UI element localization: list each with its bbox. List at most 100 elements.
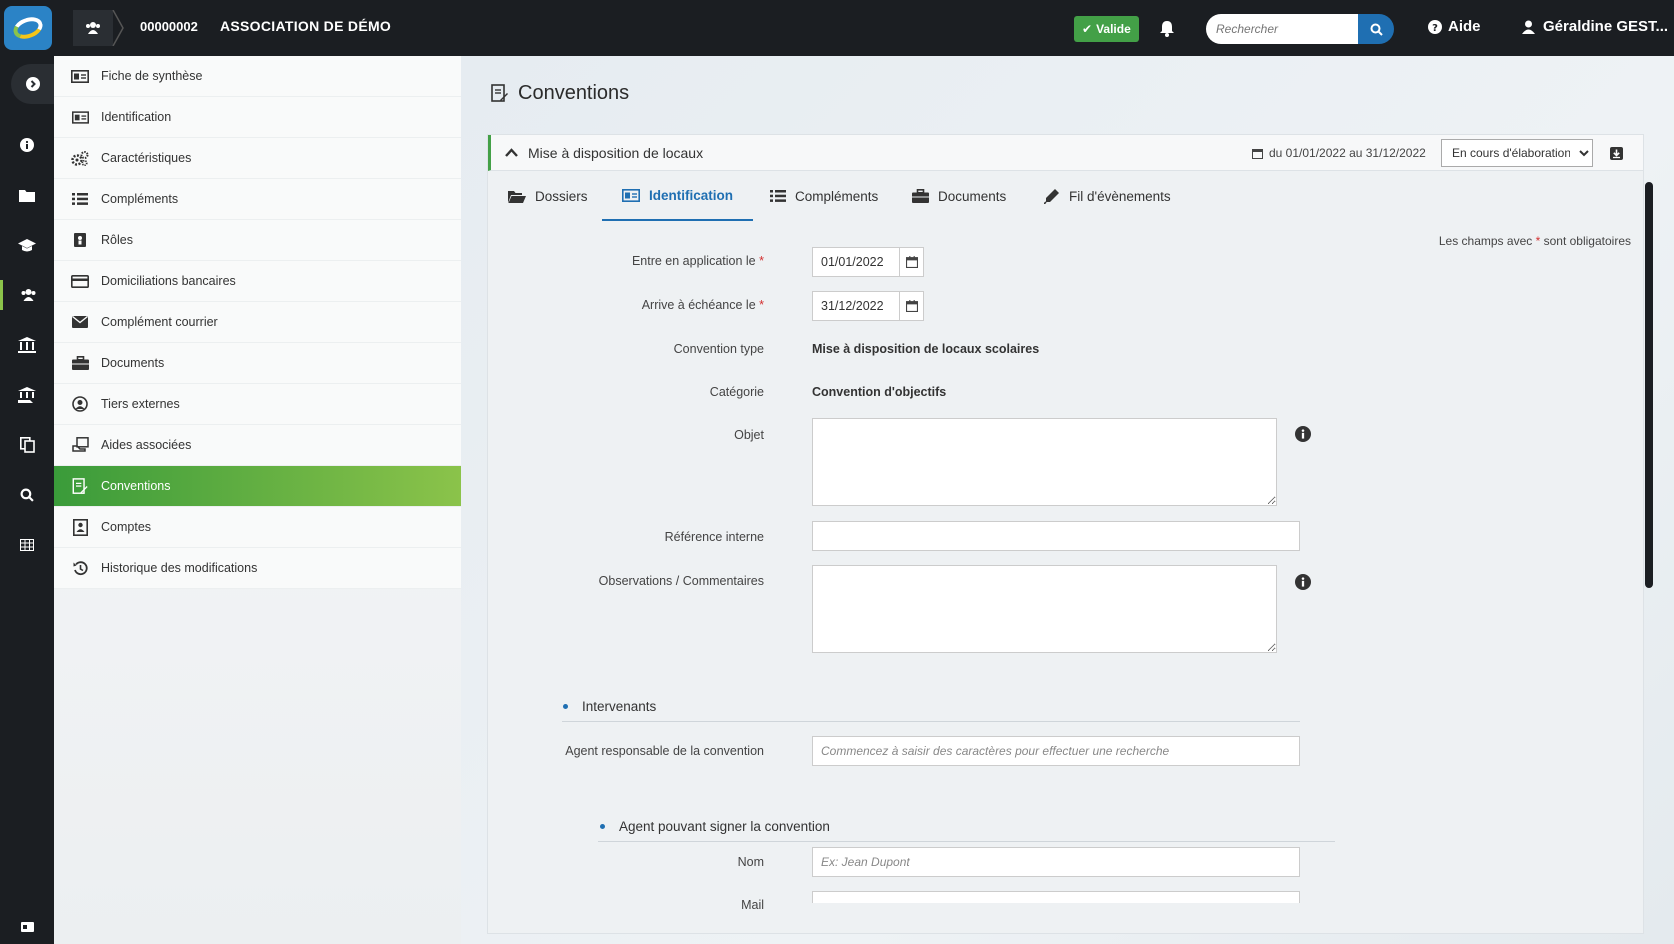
convention-panel: Mise à disposition de locaux du 01/01/20… [487, 134, 1644, 934]
info-icon[interactable] [1295, 574, 1311, 590]
briefcase-icon [71, 354, 89, 372]
tab-complements[interactable]: Compléments [770, 171, 878, 221]
convention-type-value: Mise à disposition de locaux scolaires [812, 342, 1040, 356]
rail-associations[interactable] [0, 280, 54, 310]
end-date-label: Arrive à échéance le * [502, 298, 764, 312]
rail-card[interactable] [0, 912, 54, 942]
sidebar-item-aides-associees[interactable]: Aides associées [54, 425, 461, 466]
convention-type-label: Convention type [673, 342, 764, 356]
convention-icon [71, 477, 89, 495]
scrollbar[interactable] [1645, 182, 1653, 588]
rail-institution-aid[interactable] [0, 380, 54, 410]
sidebar-item-label: Complément courrier [101, 315, 218, 329]
rail-education[interactable] [0, 230, 54, 260]
breadcrumb-record-id[interactable]: 00000002 [140, 19, 198, 34]
rail-folder[interactable] [0, 180, 54, 210]
tab-dossiers[interactable]: Dossiers [508, 171, 588, 221]
account-icon [71, 518, 89, 536]
end-date-required: * [759, 298, 764, 312]
signatory-mail-input[interactable] [812, 891, 1300, 903]
id-card-icon [20, 922, 34, 932]
agent-responsible-label: Agent responsable de la convention [565, 744, 764, 758]
help-link[interactable]: ? Aide [1428, 18, 1481, 35]
sidebar-item-complement-courrier[interactable]: Complément courrier [54, 302, 461, 343]
status-badge-label: Valide [1096, 22, 1131, 36]
sidebar-item-comptes[interactable]: Comptes [54, 507, 461, 548]
calendar-icon [1252, 148, 1263, 159]
observations-textarea[interactable] [812, 565, 1277, 653]
panel-collapse-toggle[interactable]: Mise à disposition de locaux [505, 145, 703, 161]
convention-status-select[interactable]: En cours d'élaboration [1441, 139, 1593, 167]
sidebar-item-complements[interactable]: Compléments [54, 179, 461, 220]
intervenants-title-text: Intervenants [582, 699, 657, 714]
search-button[interactable] [1358, 14, 1394, 44]
chevron-up-icon [505, 148, 518, 157]
signatory-name-input[interactable] [812, 847, 1300, 877]
sidebar-item-documents[interactable]: Documents [54, 343, 461, 384]
rail-institution[interactable] [0, 330, 54, 360]
end-date-calendar-button[interactable] [899, 292, 923, 320]
convention-period-text: du 01/01/2022 au 31/12/2022 [1269, 146, 1426, 160]
bullet-dot [563, 704, 568, 709]
sidebar-item-label: Conventions [101, 479, 171, 493]
sidebar-item-label: Fiche de synthèse [101, 69, 203, 83]
category-label: Catégorie [709, 385, 764, 399]
breadcrumb-org-name[interactable]: ASSOCIATION DE DÉMO [220, 18, 391, 34]
sidebar-item-tiers-externes[interactable]: Tiers externes [54, 384, 461, 425]
signatory-mail-label: Mail [741, 898, 764, 912]
envelope-icon [71, 313, 89, 331]
sidebar-item-identification[interactable]: Identification [54, 97, 461, 138]
info-icon[interactable] [1295, 426, 1311, 442]
start-date-calendar-button[interactable] [899, 248, 923, 276]
credit-card-icon [71, 272, 89, 290]
rail-toggle-button[interactable] [11, 64, 55, 104]
download-button[interactable] [1599, 139, 1633, 167]
internal-ref-input[interactable] [812, 521, 1300, 551]
breadcrumb-separator [112, 10, 124, 46]
status-badge: ✔ Valide [1074, 16, 1139, 42]
rail-info[interactable] [0, 130, 54, 160]
app-logo[interactable] [4, 6, 52, 50]
tab-documents[interactable]: Documents [912, 171, 1006, 221]
user-menu[interactable]: Géraldine GEST... [1522, 18, 1668, 35]
sidebar-item-label: Compléments [101, 192, 179, 206]
sidebar-item-historique-des-modifications[interactable]: Historique des modifications [54, 548, 461, 589]
object-textarea[interactable] [812, 418, 1277, 506]
address-card-icon [71, 108, 89, 126]
folder-icon [19, 189, 35, 202]
required-asterisk: * [1535, 234, 1541, 248]
search-input[interactable] [1206, 14, 1361, 44]
sidebar-item-caracteristiques[interactable]: Caractéristiques [54, 138, 461, 179]
calendar-icon [905, 256, 918, 268]
intervenants-divider [562, 721, 1300, 722]
download-icon [1609, 146, 1623, 160]
bell-icon[interactable] [1158, 19, 1176, 37]
user-badge-icon [71, 231, 89, 249]
start-date-input[interactable] [813, 248, 899, 276]
institution-icon [18, 337, 36, 353]
sidebar-item-fiche-de-synthese[interactable]: Fiche de synthèse [54, 56, 461, 97]
agent-responsible-input[interactable] [812, 736, 1300, 766]
sidebar-item-conventions[interactable]: Conventions [54, 466, 461, 507]
rail-table[interactable] [0, 530, 54, 560]
rail-search[interactable] [0, 480, 54, 510]
tab-fil-evenements[interactable]: Fil d'évènements [1044, 171, 1171, 221]
page-title: Conventions [491, 82, 629, 105]
observations-label: Observations / Commentaires [598, 574, 764, 588]
search-icon [20, 488, 34, 502]
breadcrumb-home[interactable] [73, 10, 113, 46]
logo-mark [10, 13, 46, 43]
rail-copy[interactable] [0, 430, 54, 460]
cogs-icon [71, 149, 89, 167]
id-card-icon [71, 67, 89, 85]
chevron-right-circle-icon [26, 77, 40, 91]
sidebar-item-roles[interactable]: Rôles [54, 220, 461, 261]
tab-identification[interactable]: Identification [602, 171, 753, 221]
end-date-input[interactable] [813, 292, 899, 320]
table-icon [20, 539, 34, 551]
section-nav-list: Fiche de synthèse Identification Caractéri… [54, 56, 461, 589]
tab-identification-label: Identification [649, 187, 733, 203]
convention-panel-header: Mise à disposition de locaux du 01/01/20… [488, 135, 1643, 171]
users-icon [86, 22, 100, 34]
sidebar-item-domiciliations-bancaires[interactable]: Domiciliations bancaires [54, 261, 461, 302]
